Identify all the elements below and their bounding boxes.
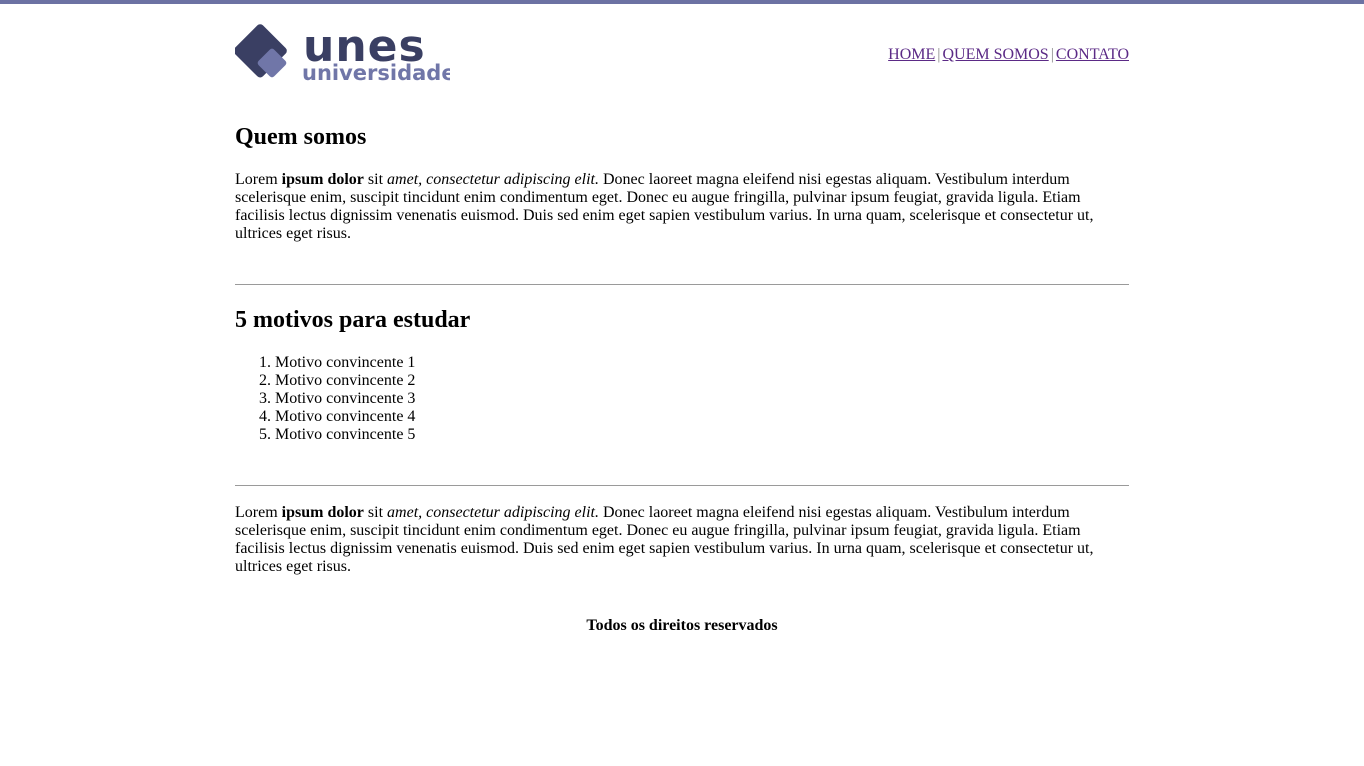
page-container: unes universidade HOME | QUEM SOMOS | CONTAT… (235, 4, 1129, 634)
nav-link-quem-somos[interactable]: QUEM SOMOS (942, 46, 1048, 63)
section-title-reasons: 5 motivos para estudar (235, 307, 471, 333)
list-item: Motivo convincente 4 (275, 408, 415, 426)
section-title-about: Quem somos (235, 124, 367, 150)
bold-text: ipsum dolor (281, 171, 364, 188)
text-fragment: Lorem (235, 504, 282, 521)
list-item: Motivo convincente 2 (275, 372, 415, 390)
about-paragraph: Lorem ipsum dolor sit amet, consectetur … (235, 171, 1115, 243)
text-fragment: sit (363, 171, 388, 188)
logo-image: unes universidade (235, 24, 450, 84)
logo-sub-text: universidade (302, 61, 450, 84)
divider (235, 485, 1129, 486)
site-footer: Todos os direitos reservados (235, 616, 1129, 636)
nav-link-contato[interactable]: CONTATO (1056, 46, 1129, 63)
italic-text: amet, consectetur adipiscing elit. (387, 171, 599, 188)
italic-text: amet, consectetur adipiscing elit. (387, 504, 599, 521)
list-item: Motivo convincente 5 (275, 426, 415, 444)
divider (235, 284, 1129, 285)
list-item: Motivo convincente 1 (275, 354, 415, 372)
closing-paragraph: Lorem ipsum dolor sit amet, consectetur … (235, 504, 1115, 576)
footer-text: Todos os direitos reservados (586, 617, 778, 634)
logo[interactable]: unes universidade (235, 24, 450, 84)
site-header: unes universidade HOME | QUEM SOMOS | CONTAT… (235, 4, 1129, 94)
list-item: Motivo convincente 3 (275, 390, 415, 408)
text-fragment: sit (363, 504, 388, 521)
bold-text: ipsum dolor (281, 504, 364, 521)
nav-separator: | (1050, 46, 1054, 63)
nav-link-home[interactable]: HOME (888, 46, 935, 63)
main-nav: HOME | QUEM SOMOS | CONTATO (888, 45, 1129, 65)
text-fragment: Lorem (235, 171, 282, 188)
reasons-list: Motivo convincente 1 Motivo convincente … (235, 354, 415, 444)
